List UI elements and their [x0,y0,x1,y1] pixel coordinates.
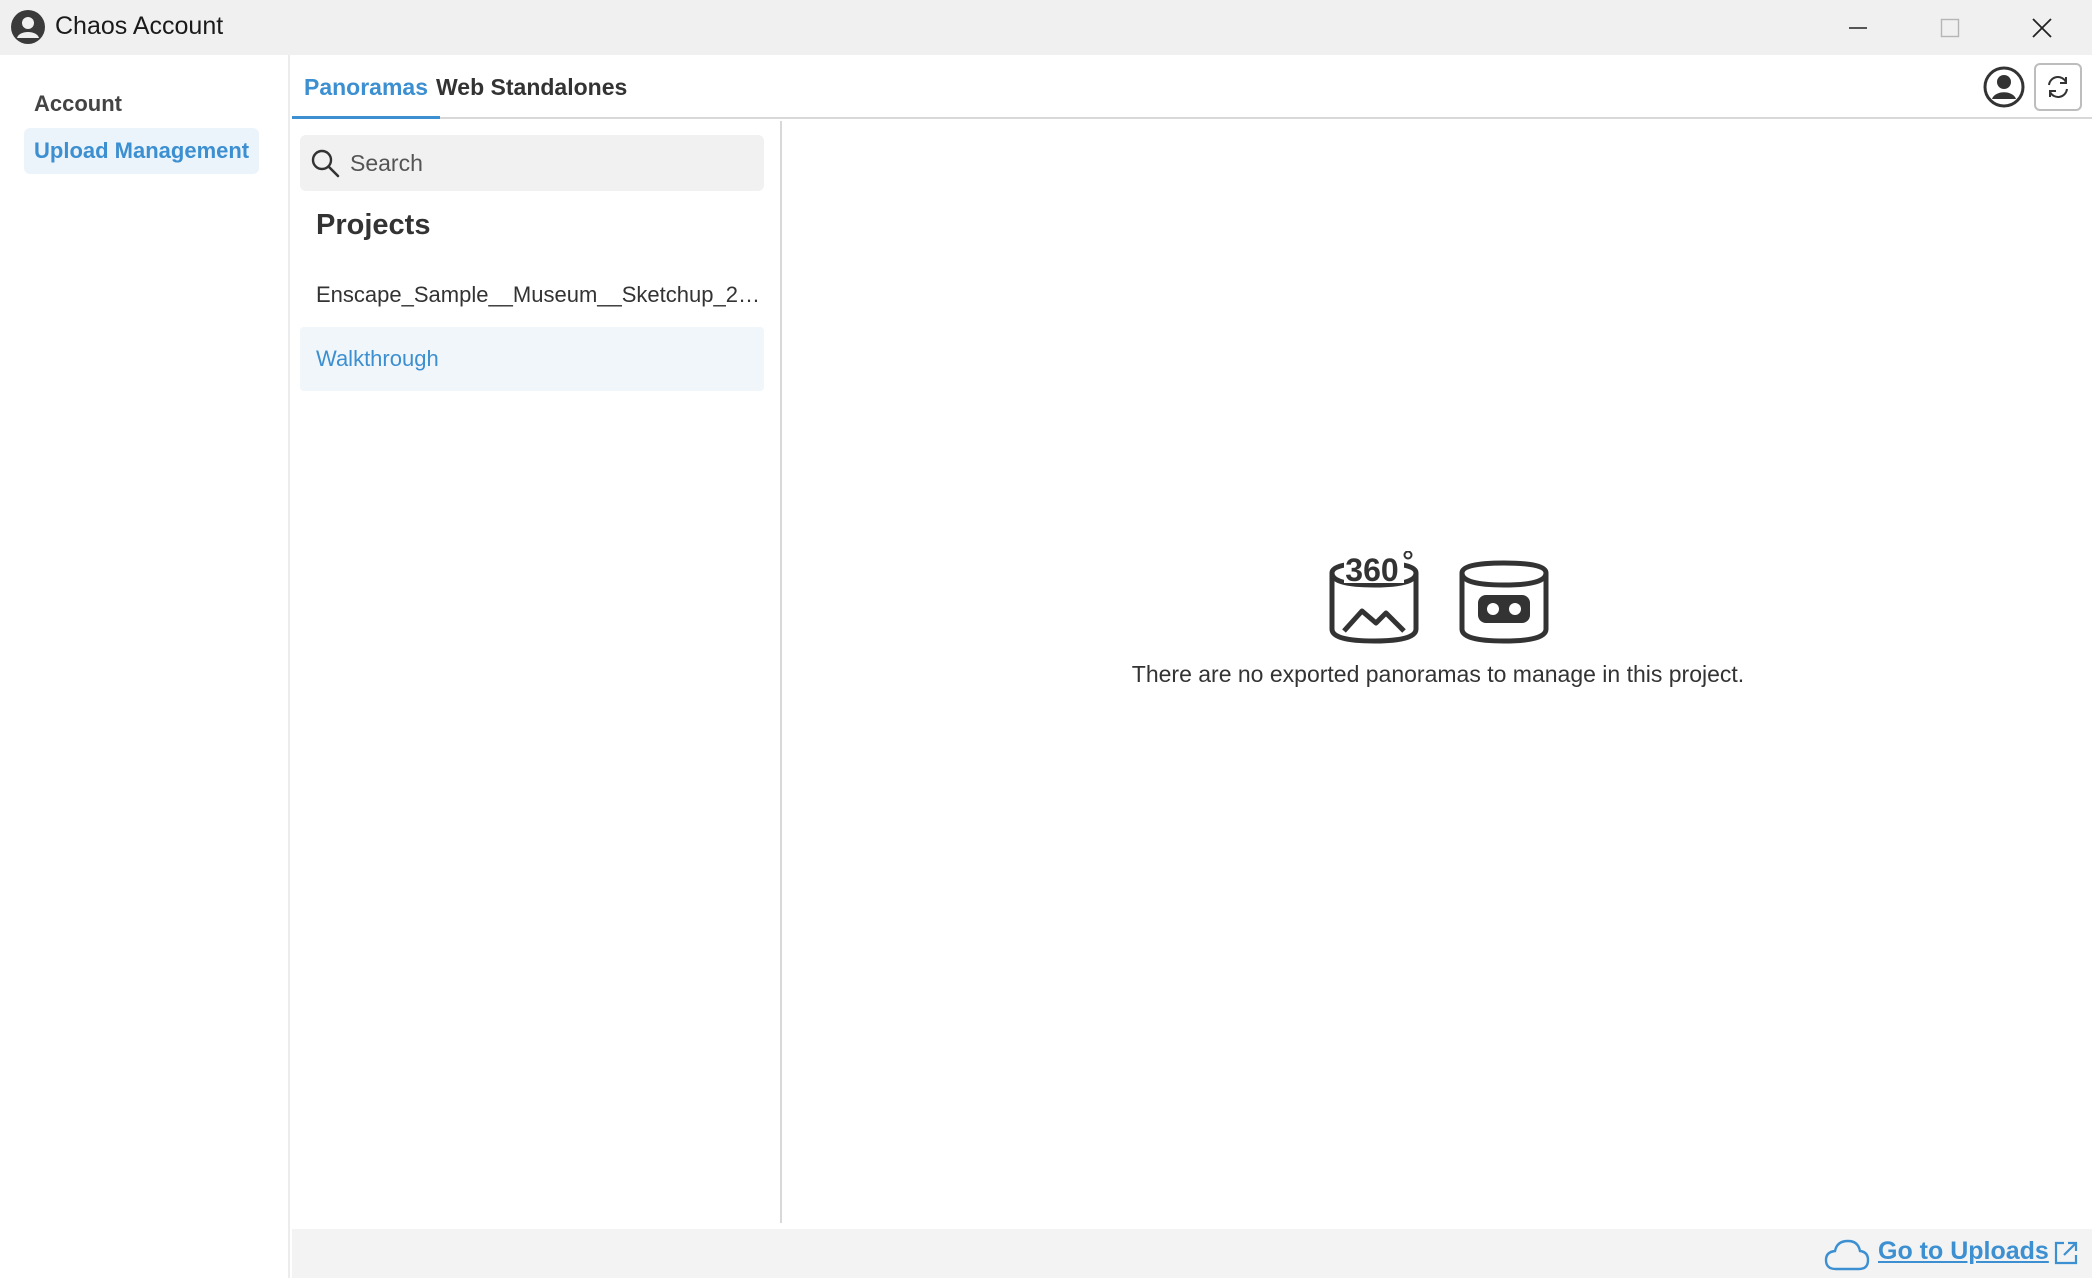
maximize-icon [1940,18,1960,37]
projects-pane: Projects Enscape_Sample__Museum__Sketchu… [292,121,782,1223]
minimize-button[interactable] [1812,0,1904,55]
maximize-button[interactable] [1904,0,1996,55]
search-input[interactable] [350,149,750,177]
user-account-icon[interactable] [1982,65,2026,109]
project-item-enscape-sample[interactable]: Enscape_Sample__Museum__Sketchup_2020 [300,263,764,327]
go-to-uploads-link[interactable]: Go to Uploads [1878,1237,2049,1266]
title-bar: Chaos Account [0,0,2092,55]
refresh-icon [2048,76,2068,98]
app-user-icon [11,10,45,44]
vr-headset-icon [1459,560,1549,644]
tab-web-standalones[interactable]: Web Standalones [424,55,639,119]
projects-list: Enscape_Sample__Museum__Sketchup_2020 Wa… [300,263,764,391]
external-link-icon[interactable] [2052,1239,2080,1267]
close-button[interactable] [1996,0,2088,55]
search-icon [311,149,340,178]
refresh-button[interactable] [2034,63,2082,111]
panorama-360-icon: 360 [1329,551,1419,644]
cloud-icon [1824,1239,1870,1271]
content-area: 360 There are no exported panoramas to m… [784,121,2092,1223]
close-icon [2032,17,2052,38]
window-title: Chaos Account [55,12,224,40]
tab-panoramas[interactable]: Panoramas [292,55,441,119]
empty-state-message: There are no exported panoramas to manag… [1131,661,1745,687]
project-item-walkthrough[interactable]: Walkthrough [300,327,764,391]
projects-heading: Projects [316,209,431,241]
nav-item-upload-management[interactable]: Upload Management [24,128,260,174]
nav-item-account[interactable]: Account [24,81,132,127]
left-nav: Account Upload Management [0,55,290,1278]
empty-state-illustration: 360 [1329,551,1549,644]
search-box[interactable] [300,135,764,191]
footer-bar: Go to Uploads [292,1229,2092,1278]
tabs-bar: Panoramas Web Standalones [292,55,2092,119]
panorama-360-text: 360 [1345,552,1398,588]
minimize-icon [1849,26,1867,29]
